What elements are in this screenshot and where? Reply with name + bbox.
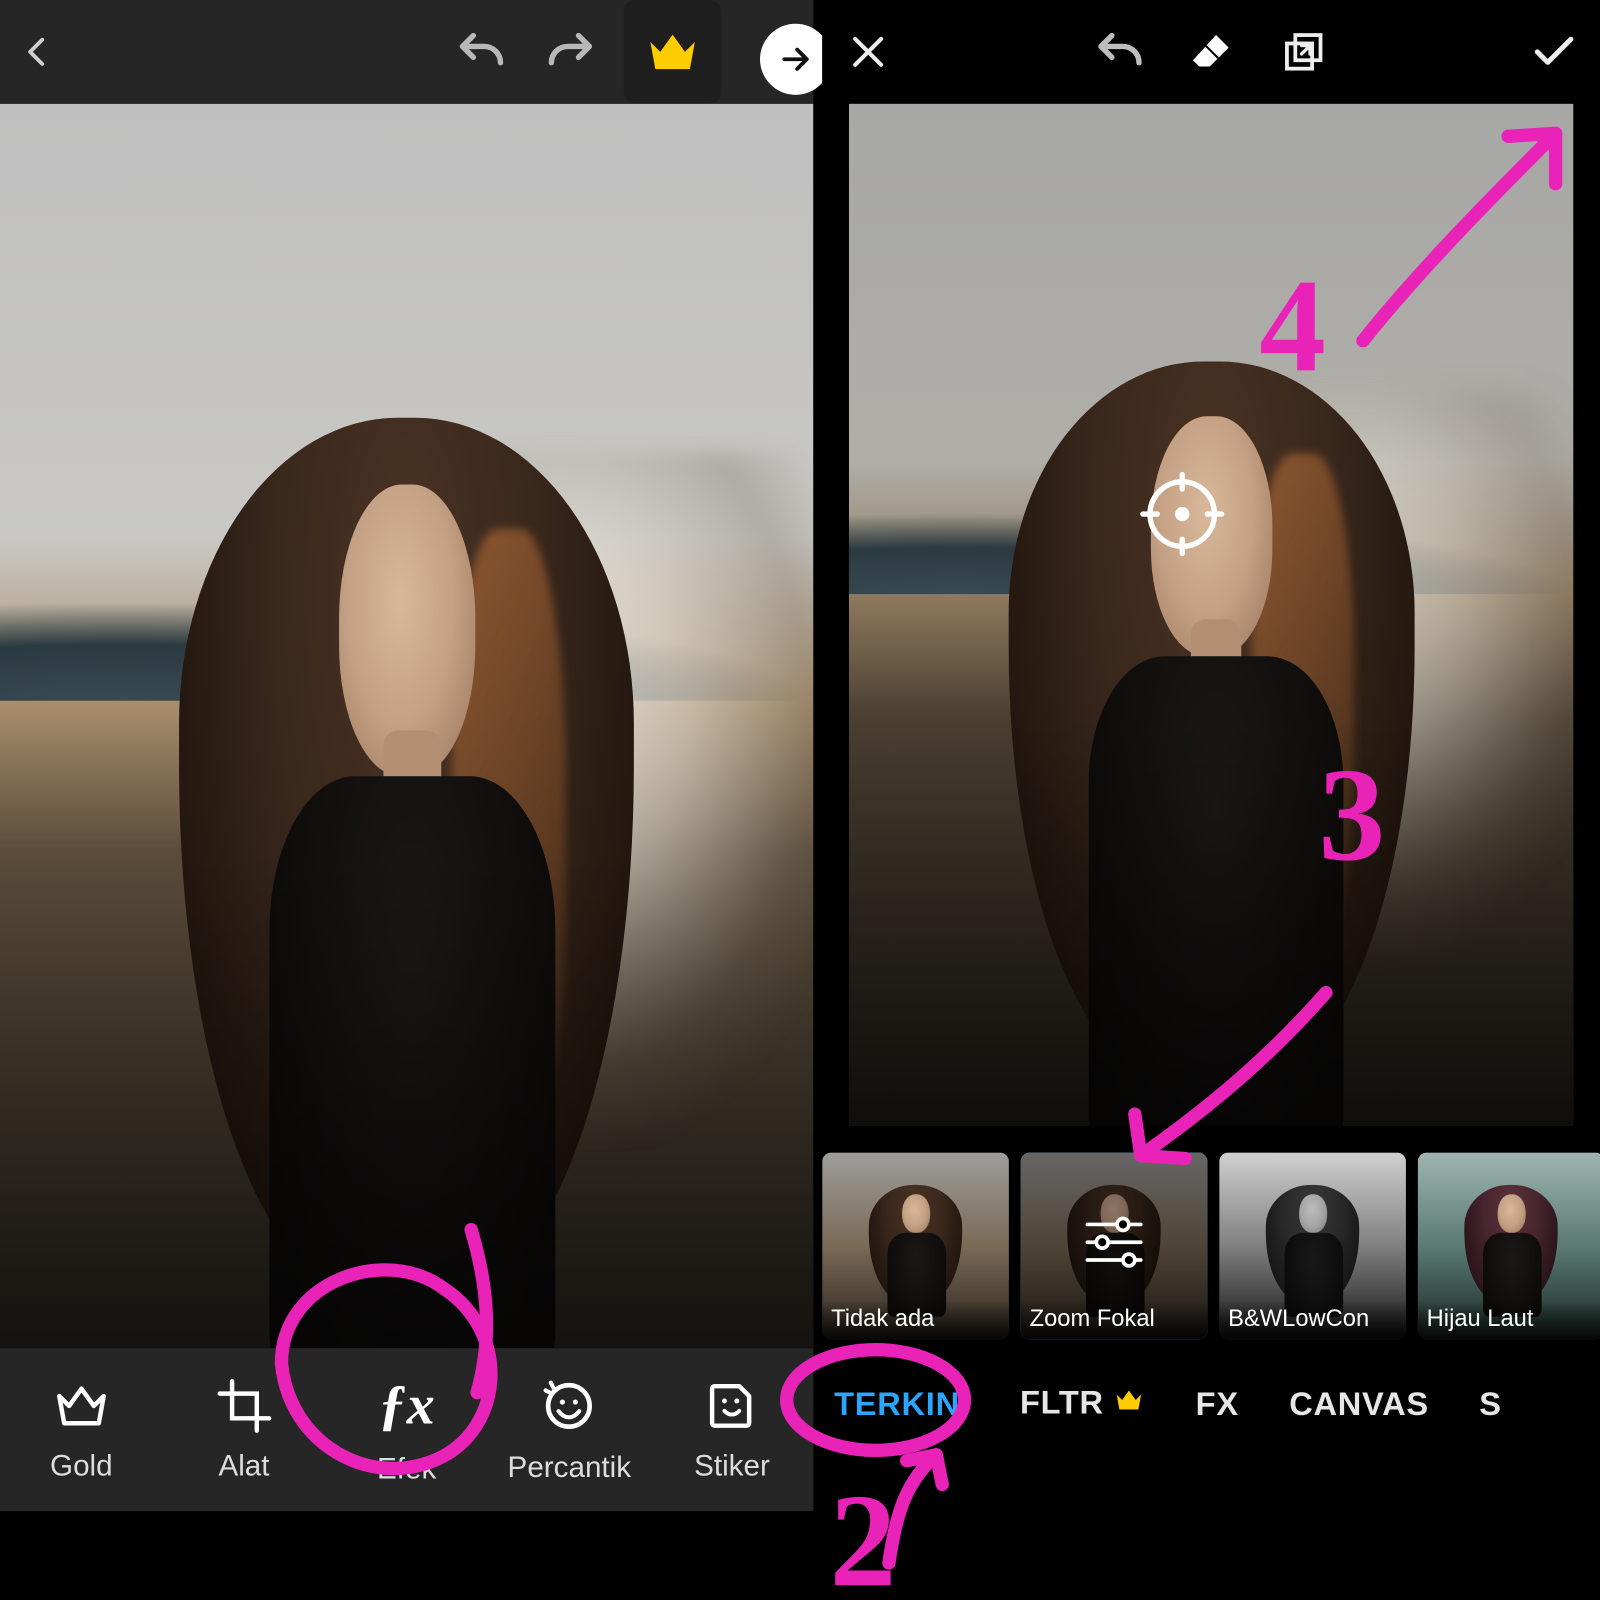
next-fab[interactable] xyxy=(760,24,831,95)
tool-efek[interactable]: ƒx Efek xyxy=(325,1348,488,1511)
close-button[interactable] xyxy=(822,0,914,104)
tab-more[interactable]: S xyxy=(1479,1385,1502,1424)
filter-label: B&WLowCon xyxy=(1219,1301,1406,1340)
undo-icon xyxy=(1087,19,1152,84)
topbar-right xyxy=(822,0,1600,104)
redo-button[interactable] xyxy=(526,0,615,104)
tool-label: Gold xyxy=(50,1450,113,1484)
crown-icon xyxy=(1113,1384,1146,1425)
tool-alat[interactable]: Alat xyxy=(163,1348,326,1511)
tab-fltr[interactable]: FLTR xyxy=(1020,1384,1145,1426)
eraser-button[interactable] xyxy=(1165,0,1257,104)
bottom-toolbar: Gold Alat ƒx Efek Percantik Stiker xyxy=(0,1348,813,1511)
filter-label: Hijau Laut xyxy=(1418,1301,1600,1340)
redo-icon xyxy=(538,19,603,84)
canvas-right[interactable] xyxy=(849,104,1573,1126)
screen-effects: Tidak ada Zoom Fokal B&WLowCon Hijau Lau… xyxy=(822,0,1600,1600)
compare-button[interactable] xyxy=(1257,0,1349,104)
filter-none[interactable]: Tidak ada xyxy=(822,1153,1009,1340)
tool-gold[interactable]: Gold xyxy=(0,1348,163,1511)
filter-label: Zoom Fokal xyxy=(1021,1301,1208,1340)
apply-button[interactable] xyxy=(1508,0,1600,104)
canvas-left[interactable] xyxy=(0,104,813,1348)
beautify-face-icon xyxy=(538,1374,600,1436)
tool-label: Percantik xyxy=(508,1451,632,1485)
category-tabs: TERKINI FLTR FX CANVAS S xyxy=(822,1363,1600,1446)
tab-fx[interactable]: FX xyxy=(1196,1385,1239,1424)
sticker-icon xyxy=(702,1376,761,1435)
eraser-icon xyxy=(1186,27,1236,77)
screen-editor-main: Gold Alat ƒx Efek Percantik Stiker xyxy=(0,0,813,1600)
filter-zoom-fokal[interactable]: Zoom Fokal xyxy=(1021,1153,1208,1340)
tool-label: Efek xyxy=(377,1453,436,1487)
filter-strip[interactable]: Tidak ada Zoom Fokal B&WLowCon Hijau Lau… xyxy=(822,1153,1600,1346)
crown-icon xyxy=(643,22,702,81)
tab-canvas[interactable]: CANVAS xyxy=(1289,1385,1429,1424)
tool-stiker[interactable]: Stiker xyxy=(651,1348,814,1511)
undo-button[interactable] xyxy=(1073,0,1165,104)
tab-terkini[interactable]: TERKINI xyxy=(834,1385,970,1424)
filter-hijau-laut[interactable]: Hijau Laut xyxy=(1418,1153,1600,1340)
fx-icon: ƒx xyxy=(379,1373,435,1438)
tutorial-collage: Gold Alat ƒx Efek Percantik Stiker xyxy=(0,0,1600,1600)
topbar-left xyxy=(0,0,813,104)
close-icon xyxy=(846,30,890,74)
tool-label: Stiker xyxy=(694,1450,770,1484)
undo-icon xyxy=(449,19,514,84)
crop-icon xyxy=(214,1376,273,1435)
gold-crown-button[interactable] xyxy=(624,0,722,104)
arrow-right-icon xyxy=(776,40,815,79)
back-button[interactable] xyxy=(0,0,74,104)
undo-button[interactable] xyxy=(437,0,526,104)
filter-label: Tidak ada xyxy=(822,1301,1009,1340)
tool-label: Alat xyxy=(218,1450,269,1484)
chevron-left-icon xyxy=(16,31,57,72)
focal-point-handle[interactable] xyxy=(1139,472,1225,558)
compare-layers-icon xyxy=(1278,27,1328,77)
tool-percantik[interactable]: Percantik xyxy=(488,1348,651,1511)
sliders-icon xyxy=(1079,1213,1150,1280)
crosshair-icon xyxy=(1139,472,1225,558)
checkmark-icon xyxy=(1529,27,1579,77)
filter-bw-lowcon[interactable]: B&WLowCon xyxy=(1219,1153,1406,1340)
crown-outline-icon xyxy=(52,1376,111,1435)
